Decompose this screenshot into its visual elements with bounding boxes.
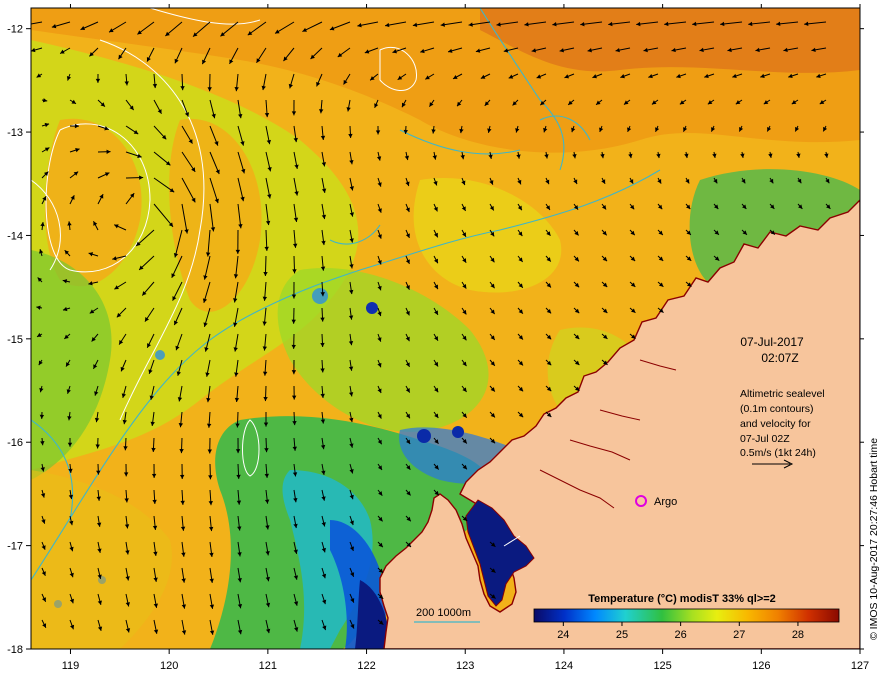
colorbar-tick-label: 25 xyxy=(616,629,628,641)
x-tick-label: 120 xyxy=(160,660,178,672)
x-tick-label: 126 xyxy=(752,660,770,672)
altimetry-line-3: and velocity for xyxy=(740,418,811,430)
y-tick-label: -12 xyxy=(7,24,23,36)
altimetry-line-1: Altimetric sealevel xyxy=(740,388,825,400)
x-tick-label: 119 xyxy=(62,660,80,672)
map-canvas: 119 120 121 122 123 124 125 126 127 -12 -13 -14 -15… xyxy=(0,0,880,680)
x-tick-label: 124 xyxy=(555,660,573,672)
x-tick-label: 122 xyxy=(357,660,375,672)
x-tick-label: 121 xyxy=(259,660,277,672)
y-tick-label: -13 xyxy=(7,127,23,139)
colorbar-title: Temperature (°C) modisT 33% ql>=2 xyxy=(588,593,776,605)
y-tick-label: -15 xyxy=(7,334,23,346)
x-tick-label: 123 xyxy=(456,660,474,672)
map-time: 02:07Z xyxy=(761,351,798,365)
velocity-arrowhead xyxy=(23,22,27,26)
isobath-legend-label: 200 1000m xyxy=(416,607,471,619)
altimetry-line-5: 0.5m/s (1kt 24h) xyxy=(740,447,816,459)
x-tick-label: 127 xyxy=(851,660,869,672)
colorbar-gradient xyxy=(534,609,839,622)
colorbar-tick-label: 28 xyxy=(792,629,804,641)
colorbar-tick-label: 24 xyxy=(557,629,569,641)
argo-label: Argo xyxy=(654,496,677,508)
y-tick-label: -18 xyxy=(7,644,23,656)
sst-map-figure: 119 120 121 122 123 124 125 126 127 -12 -13 -14 -15… xyxy=(0,0,880,680)
map-date: 07-Jul-2017 xyxy=(740,335,804,349)
colorbar-tick-label: 27 xyxy=(733,629,745,641)
altimetry-line-4: 07-Jul 02Z xyxy=(740,433,790,445)
credit-label: © IMOS 10-Aug-2017 20:27:46 Hobart time xyxy=(868,438,880,640)
colorbar-tick-label: 26 xyxy=(675,629,687,641)
altimetry-line-2: (0.1m contours) xyxy=(740,403,814,415)
y-tick-label: -14 xyxy=(7,230,23,242)
x-tick-label: 125 xyxy=(653,660,671,672)
y-tick-label: -17 xyxy=(7,541,23,553)
y-tick-label: -16 xyxy=(7,437,23,449)
